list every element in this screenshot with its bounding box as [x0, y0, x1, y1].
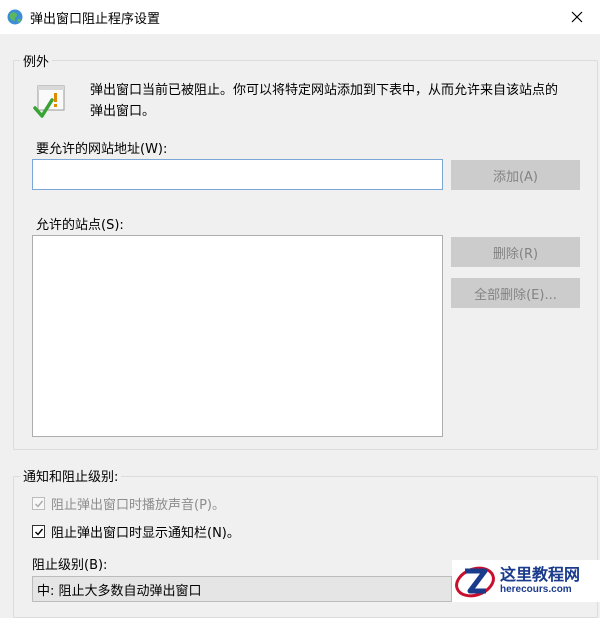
allowed-sites-list[interactable] — [32, 235, 443, 437]
warning-check-icon — [33, 85, 65, 118]
window-title: 弹出窗口阻止程序设置 — [30, 12, 161, 27]
close-button[interactable] — [554, 0, 600, 34]
show-bar-option[interactable]: 阻止弹出窗口时显示通知栏(N)。 — [32, 522, 240, 541]
play-sound-checkbox[interactable] — [32, 497, 45, 510]
close-icon — [571, 11, 583, 23]
checkmark-icon — [34, 528, 43, 536]
title-bar: 弹出窗口阻止程序设置 — [0, 0, 600, 34]
ie-globe-icon — [7, 9, 23, 25]
exceptions-group-label: 例外 — [20, 51, 53, 70]
info-text: 弹出窗口当前已被阻止。你可以将特定网站添加到下表中，从而允许来自该站点的弹出窗口… — [90, 83, 559, 119]
block-level-select[interactable]: 中: 阻止大多数自动弹出窗口 — [32, 576, 452, 602]
watermark-cn: 这里教程网 — [500, 565, 581, 584]
address-label: 要允许的网站地址(W): — [36, 142, 168, 157]
show-bar-checkbox[interactable] — [32, 525, 45, 538]
block-level-label: 阻止级别(B): — [32, 558, 108, 573]
notifications-group-label: 通知和阻止级别: — [20, 466, 122, 485]
watermark-en: herecours.com — [500, 584, 572, 595]
watermark-logo-icon — [455, 566, 495, 598]
play-sound-label: 阻止弹出窗口时播放声音(P)。 — [51, 498, 225, 513]
show-bar-label: 阻止弹出窗口时显示通知栏(N)。 — [51, 526, 240, 541]
add-button[interactable]: 添加(A) — [451, 160, 580, 190]
remove-button[interactable]: 删除(R) — [451, 237, 580, 267]
checkmark-icon — [34, 500, 43, 508]
address-input[interactable] — [32, 159, 443, 190]
allowed-sites-label: 允许的站点(S): — [36, 218, 124, 233]
remove-all-button[interactable]: 全部删除(E)... — [451, 278, 580, 308]
watermark: 这里教程网 herecours.com — [452, 560, 600, 602]
play-sound-option[interactable]: 阻止弹出窗口时播放声音(P)。 — [32, 494, 225, 513]
block-level-value: 中: 阻止大多数自动弹出窗口 — [37, 583, 202, 599]
